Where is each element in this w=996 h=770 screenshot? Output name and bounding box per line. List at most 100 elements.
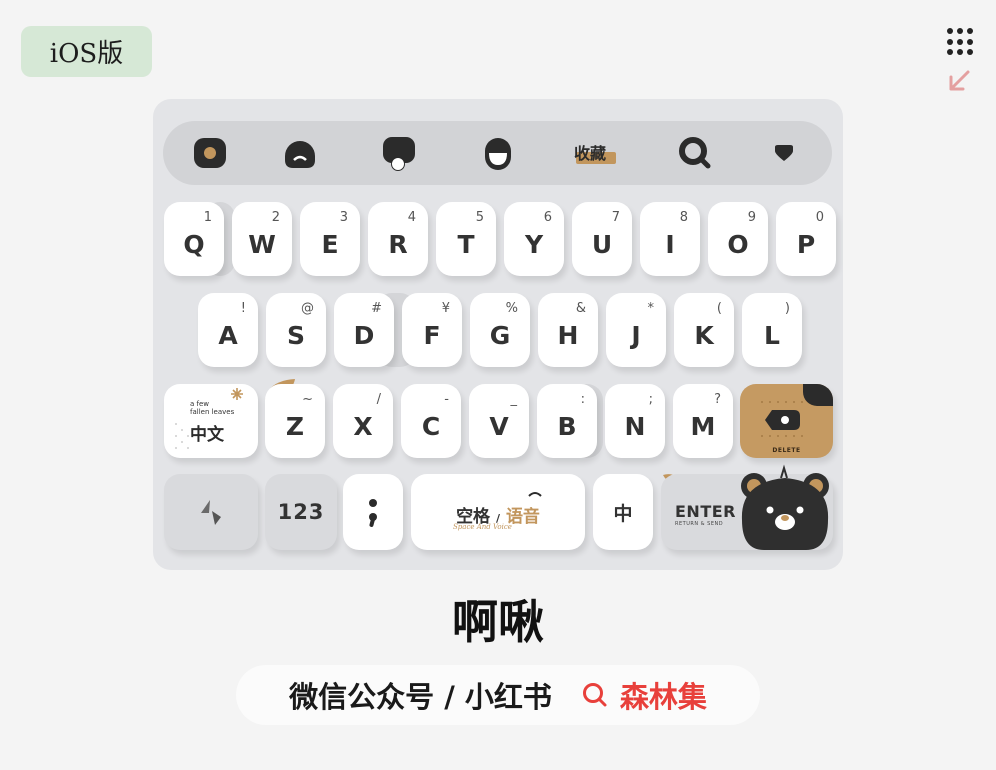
key-label: M <box>690 411 716 441</box>
key-secondary-label: ) <box>784 301 790 316</box>
key-j[interactable]: * J <box>606 293 666 367</box>
key-o[interactable]: 9O <box>708 202 768 276</box>
key-secondary-label: ; <box>648 392 653 407</box>
source-pill: 微信公众号 / 小红书 森林集 <box>236 665 760 725</box>
key-secondary-label: 7 <box>611 210 620 225</box>
delete-key[interactable]: DELETE <box>740 384 833 458</box>
sparkle-icon <box>231 388 243 400</box>
key-y[interactable]: 6Y <box>504 202 564 276</box>
key-label: T <box>457 229 475 259</box>
theme-icon[interactable] <box>191 121 229 185</box>
page-title: 啊啾 <box>452 595 544 649</box>
key-secondary-label: 8 <box>679 210 688 225</box>
language-key-caption: a few fallen leaves <box>190 400 235 416</box>
enter-key-subtitle: RETURN & SEND <box>675 521 724 527</box>
key-v[interactable]: _ V <box>469 384 529 458</box>
key-n[interactable]: ; N <box>605 384 665 458</box>
chinese-input-label: 中 <box>613 502 633 525</box>
enter-key-label: ENTER <box>675 502 736 521</box>
key-label: P <box>796 229 816 259</box>
key-z[interactable]: ~ Z <box>265 384 325 458</box>
arrow-down-left-icon <box>949 70 970 91</box>
emoji-switch-key[interactable] <box>164 474 258 550</box>
key-a[interactable]: ! A <box>198 293 258 367</box>
key-secondary-label: : <box>580 392 585 407</box>
key-label: C <box>421 411 441 441</box>
semicolon-icon <box>363 495 383 529</box>
key-label: Y <box>524 229 544 259</box>
delete-key-label: DELETE <box>772 447 801 454</box>
favorite-button[interactable]: 收藏 <box>571 121 621 185</box>
numbers-key[interactable]: 123 <box>265 474 337 550</box>
key-label: E <box>321 229 339 259</box>
language-switch-key[interactable]: a few fallen leaves 中文 <box>164 384 258 458</box>
key-h[interactable]: & H <box>538 293 598 367</box>
key-secondary-label: 9 <box>747 210 756 225</box>
delete-icon <box>761 401 803 437</box>
key-p[interactable]: 0P <box>776 202 836 276</box>
key-secondary-label: * <box>647 301 655 316</box>
key-secondary-label: 4 <box>407 210 416 225</box>
key-secondary-label: # <box>371 301 382 316</box>
key-l[interactable]: ) L <box>742 293 802 367</box>
key-r[interactable]: 4R <box>368 202 428 276</box>
key-b[interactable]: :B <box>537 384 597 458</box>
punctuation-key[interactable] <box>343 474 403 550</box>
key-secondary-label: % <box>505 301 518 316</box>
key-d[interactable]: # D <box>334 293 394 367</box>
grid-menu-icon[interactable] <box>947 28 975 56</box>
key-secondary-label: ! <box>240 301 246 316</box>
key-label: J <box>631 320 641 350</box>
key-x[interactable]: / X <box>333 384 393 458</box>
key-secondary-label: 5 <box>475 210 484 225</box>
clipboard-icon[interactable] <box>379 121 419 185</box>
key-g[interactable]: % G <box>470 293 530 367</box>
key-m[interactable]: ? M <box>673 384 733 458</box>
key-label: D <box>353 320 375 350</box>
key-s[interactable]: @ S <box>266 293 326 367</box>
chinese-input-key[interactable]: 中 <box>593 474 653 550</box>
key-e[interactable]: 3E <box>300 202 360 276</box>
key-secondary-label: 6 <box>543 210 552 225</box>
emoji-face-icon[interactable] <box>281 121 319 185</box>
dots-decoration-icon <box>175 423 189 449</box>
platform-badge-label: iOS版 <box>49 39 124 69</box>
key-secondary-label: 0 <box>815 210 824 225</box>
search-icon <box>582 683 607 707</box>
keyboard: 收藏 1Q2W3E4R5T6Y7U8I9O0P ! A @ S # D ¥ F% G & H * J(K… <box>153 99 843 570</box>
key-label: Q <box>183 229 205 259</box>
smile-icon <box>528 492 542 497</box>
bear-icon <box>741 464 829 550</box>
key-label: V <box>489 411 509 441</box>
platform-badge: iOS版 <box>21 26 152 77</box>
key-label: F <box>423 320 441 350</box>
key-i[interactable]: 8I <box>640 202 700 276</box>
key-label: S <box>286 320 305 350</box>
key-q[interactable]: 1Q <box>164 202 224 276</box>
key-secondary-label: _ <box>510 392 518 407</box>
space-key[interactable]: 空格 / 语音 Space And Voice <box>411 474 585 550</box>
key-u[interactable]: 7U <box>572 202 632 276</box>
key-t[interactable]: 5T <box>436 202 496 276</box>
brand-name: 森林集 <box>619 680 707 714</box>
key-label: I <box>665 229 675 259</box>
language-key-label: 中文 <box>190 425 224 445</box>
key-secondary-label: ? <box>714 392 721 407</box>
key-label: O <box>727 229 749 259</box>
key-secondary-label: / <box>376 392 381 407</box>
key-label: G <box>489 320 511 350</box>
key-secondary-label: 2 <box>271 210 280 225</box>
search-icon[interactable] <box>675 121 715 185</box>
key-label: N <box>624 411 646 441</box>
key-secondary-label: @ <box>301 301 314 316</box>
key-w[interactable]: 2W <box>232 202 292 276</box>
key-secondary-label: - <box>444 392 449 407</box>
collapse-keyboard-icon[interactable] <box>769 121 799 185</box>
key-secondary-label: ~ <box>302 392 313 407</box>
key-k[interactable]: (K <box>674 293 734 367</box>
key-label: K <box>694 320 714 350</box>
key-f[interactable]: ¥ F <box>402 293 462 367</box>
key-label: R <box>388 229 408 259</box>
key-c[interactable]: -C <box>401 384 461 458</box>
sticker-icon[interactable] <box>479 121 517 185</box>
